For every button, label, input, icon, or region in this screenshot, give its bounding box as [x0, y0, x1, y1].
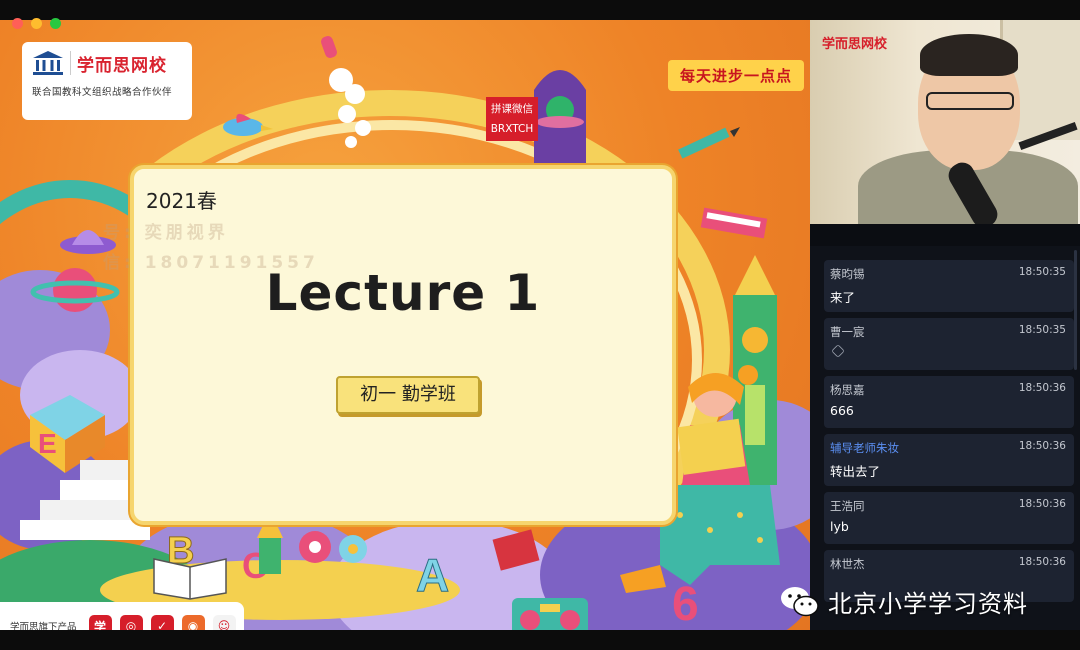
- cube-emoji-icon: [831, 344, 845, 358]
- chat-time: 18:50:36: [1018, 498, 1066, 510]
- chat-text: 666: [830, 403, 854, 418]
- bird-icon: [223, 113, 273, 136]
- chat-time: 18:50:36: [1018, 382, 1066, 394]
- chat-sender: 辅导老师朱妆: [830, 441, 899, 455]
- minimize-window-button[interactable]: [31, 18, 42, 29]
- chat-sender: 王浩同: [830, 499, 865, 513]
- chat-sender: 林世杰: [830, 557, 865, 571]
- courseware-slide: E B C A 6 学而思网校 联合国教科文组织战略合作伙伴 每天进步一点点 拼…: [0, 20, 810, 630]
- svg-text:6: 6: [672, 578, 699, 627]
- watermark-line2: 信: 18071191557: [103, 253, 319, 273]
- wechat-account-name: 北京小学学习资料: [828, 590, 1028, 618]
- mascot-app-icon[interactable]: ☺: [212, 614, 236, 630]
- wechat-tag-line1: 拼课微信: [491, 103, 533, 115]
- brand-name: 学而思网校: [77, 55, 167, 76]
- chat-message: 王浩同 18:50:36 lyb: [824, 492, 1074, 544]
- svg-text:E: E: [38, 428, 57, 459]
- motto-banner: 每天进步一点点: [667, 60, 804, 91]
- chat-time: 18:50:35: [1018, 324, 1066, 336]
- chat-message-tutor: 辅导老师朱妆 18:50:36 转出去了: [824, 434, 1074, 486]
- search-app-icon[interactable]: ◎: [119, 614, 143, 630]
- kids-app-icon[interactable]: ◉: [181, 614, 205, 630]
- chat-header-strip: [810, 224, 1080, 246]
- chat-time: 18:50:35: [1018, 266, 1066, 278]
- video-brand-label: 学而思网校: [822, 37, 888, 52]
- chat-text: lyb: [830, 519, 849, 534]
- glasses-icon: [926, 92, 1014, 110]
- svg-text:A: A: [416, 549, 449, 600]
- chat-panel[interactable]: 蔡昀锡 18:50:35 来了 曹一宸 18:50:35 杨思嘉 18:50:3…: [810, 246, 1080, 630]
- brand-subtitle: 联合国教科文组织战略合作伙伴: [32, 87, 173, 98]
- rocket-icon: [321, 36, 371, 148]
- book-icon: [700, 207, 768, 239]
- chat-sender: 曹一宸: [830, 325, 865, 339]
- close-window-button[interactable]: [12, 18, 23, 29]
- unesco-temple-icon: [33, 51, 63, 75]
- window-controls: [12, 18, 61, 29]
- chat-time: 18:50:36: [1018, 440, 1066, 452]
- letter-a-icon: A: [416, 549, 450, 601]
- radio-icon: [512, 598, 588, 630]
- teacher-video: 学而思网校: [810, 20, 1080, 224]
- class-name-badge: 初一 勤学班: [336, 376, 480, 414]
- wechat-logo-icon: [781, 586, 819, 616]
- red-book-icon: [492, 529, 540, 571]
- maximize-window-button[interactable]: [50, 18, 61, 29]
- check-app-icon[interactable]: ✓: [150, 614, 174, 630]
- bottom-bar: [0, 630, 1080, 650]
- chat-scrollbar[interactable]: [1074, 250, 1077, 370]
- donut-icon: [299, 531, 367, 563]
- pencil-icon: [678, 127, 740, 159]
- chat-time: 18:50:36: [1018, 556, 1066, 568]
- open-book-icon: [153, 558, 227, 600]
- brand-logo-card: 学而思网校 联合国教科文组织战略合作伙伴: [22, 42, 192, 120]
- product-bar-label: 学而思旗下产品: [10, 622, 77, 630]
- number-6-icon: 6: [672, 578, 699, 627]
- product-bar: 学而思旗下产品 学 ◎ ✓ ◉ ☺: [0, 602, 244, 630]
- wechat-account-overlay: 北京小学学习资料: [780, 584, 1028, 619]
- logo-divider: [70, 51, 71, 75]
- chat-message: 曹一宸 18:50:35: [824, 318, 1074, 370]
- chat-message: 蔡昀锡 18:50:35 来了: [824, 260, 1074, 312]
- watermark-line1: 号: 奕朋视界: [103, 223, 229, 243]
- app-window: E B C A 6 学而思网校 联合国教科文组织战略合作伙伴 每天进步一点点 拼…: [0, 0, 1080, 650]
- chat-sender: 杨思嘉: [830, 383, 865, 397]
- chat-text: 转出去了: [830, 464, 881, 479]
- chat-text: 来了: [830, 290, 856, 305]
- watermark-text: 号: 奕朋视界 信: 18071191557: [103, 218, 319, 278]
- chat-message: 杨思嘉 18:50:36 666: [824, 376, 1074, 428]
- teacher-hair: [920, 34, 1018, 76]
- season-label: 2021春: [146, 189, 217, 213]
- xue-app-icon[interactable]: 学: [88, 614, 112, 630]
- wechat-tag-line2: BRXTCH: [490, 123, 534, 135]
- wechat-tag: 拼课微信 BRXTCH: [486, 97, 538, 141]
- chat-sender: 蔡昀锡: [830, 267, 865, 281]
- alien-door-icon: [534, 70, 586, 170]
